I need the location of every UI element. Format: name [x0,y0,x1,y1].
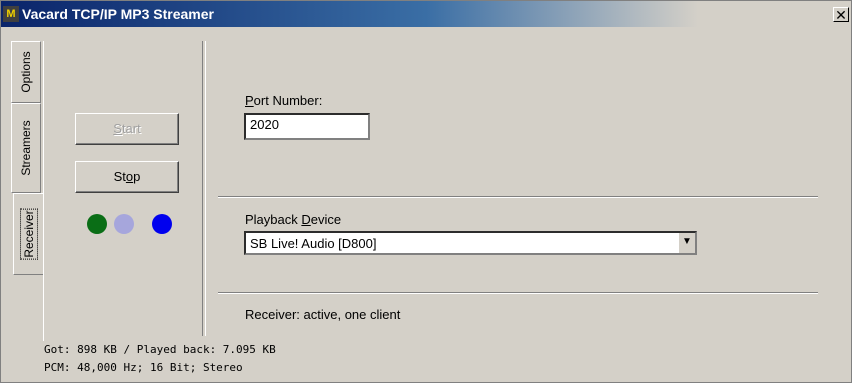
port-label-accel: P [245,93,254,108]
tab-streamers[interactable]: Streamers [11,103,41,193]
tab-receiver[interactable]: Receiver [13,193,43,275]
start-button[interactable]: Start [75,113,179,145]
chevron-down-icon[interactable]: ▼ [678,233,695,253]
tab-options[interactable]: Options [11,41,41,103]
stop-label-post: p [133,169,141,184]
tab-panel-edge [43,41,48,341]
status-light-blue [152,214,172,234]
transfer-status-line: Got: 898 KB / Played back: 7.095 KB [44,343,276,356]
separator-bottom [218,292,818,294]
separator-top [218,196,818,198]
window-title: Vacard TCP/IP MP3 Streamer [22,6,214,22]
start-accel: S [113,121,122,136]
playback-label-pre: Playback [245,212,302,227]
status-light-green [87,214,107,234]
playback-label-accel: D [301,212,311,227]
port-number-label: Port Number: [245,93,322,108]
receiver-status-text: Receiver: active, one client [245,307,401,322]
playback-device-select[interactable]: SB Live! Audio [D800] ▼ [244,231,697,255]
tab-streamers-label: Streamers [19,120,33,176]
port-label-rest: ort Number: [253,93,323,108]
close-button[interactable]: ✕ [833,7,849,22]
tab-receiver-label: Receiver [20,203,37,265]
app-icon[interactable]: M [3,6,19,22]
port-number-input[interactable]: 2020 [244,113,370,140]
status-light-lavender [114,214,134,234]
column-divider [202,41,206,336]
stop-label-pre: St [113,169,126,184]
playback-device-value: SB Live! Audio [D800] [250,236,377,251]
stop-button[interactable]: Stop [75,161,179,193]
start-label-rest: tart [121,121,141,136]
audio-format-line: PCM: 48,000 Hz; 16 Bit; Stereo [44,361,243,374]
playback-label-rest: evice [310,212,342,227]
tab-options-label: Options [19,51,33,93]
title-bar[interactable]: M Vacard TCP/IP MP3 Streamer ✕ [1,1,851,27]
tab-strip: Options Streamers Receiver [11,41,45,281]
playback-device-label: Playback Device [245,212,341,227]
main-window: M Vacard TCP/IP MP3 Streamer ✕ Options S… [0,0,852,383]
